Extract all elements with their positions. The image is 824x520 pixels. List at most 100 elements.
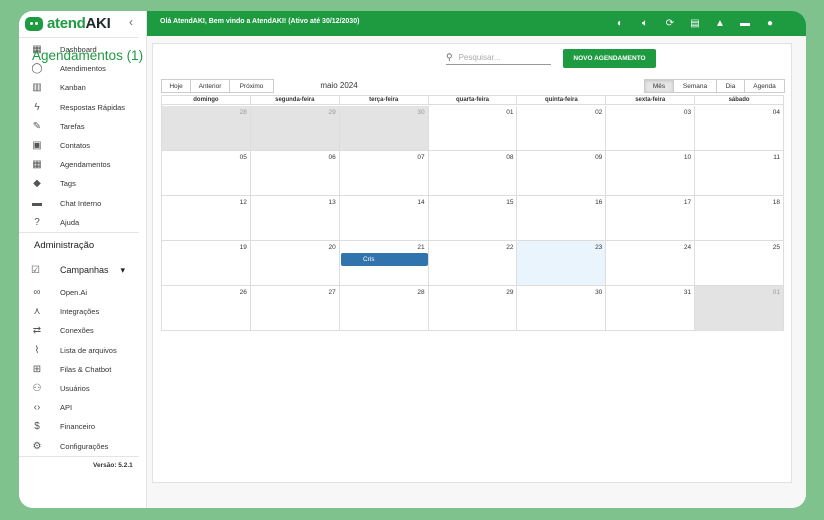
search-input[interactable]: Pesquisar... [459,53,501,62]
day-number[interactable]: 16 [595,199,602,206]
day-number[interactable]: 14 [417,199,424,206]
day-cell[interactable]: 20 [251,241,340,285]
day-number[interactable]: 29 [506,289,513,296]
day-number[interactable]: 31 [684,289,691,296]
sidebar-item-contatos[interactable]: ▣ Contatos [19,136,147,155]
day-number[interactable]: 12 [240,199,247,206]
sidebar-item-conex-es[interactable]: ⇄ Conexões [19,321,147,340]
day-number[interactable]: 30 [595,289,602,296]
day-cell[interactable]: 10 [606,151,696,195]
day-cell[interactable]: 31 [606,286,696,331]
day-cell[interactable]: 26 [162,286,251,331]
collapse-sidebar-icon[interactable]: ‹ [129,15,133,29]
day-cell[interactable]: 08 [429,151,518,195]
day-cell[interactable]: 30 [339,106,429,150]
sidebar-item-campanhas[interactable]: ☑ Campanhas ▾ [19,260,147,280]
sidebar-item-filas-chatbot[interactable]: ⊞ Filas & Chatbot [19,360,147,379]
day-number[interactable]: 03 [684,109,691,116]
day-number[interactable]: 19 [240,244,247,251]
day-cell[interactable]: 25 [695,241,783,285]
new-schedule-button[interactable]: NOVO AGENDAMENTO [563,49,656,68]
day-number[interactable]: 07 [417,154,424,161]
day-cell[interactable]: 14 [340,196,429,240]
volume-icon[interactable]: 🔈︎ [638,16,652,30]
search-field[interactable]: ⚲ Pesquisar... [446,51,551,65]
sidebar-item-tags[interactable]: ◆ Tags [19,174,147,193]
sidebar-item-integra-es[interactable]: ⋏ Integrações [19,302,147,321]
day-number[interactable]: 01 [773,289,780,296]
day-number[interactable]: 08 [506,154,513,161]
view-button-dia[interactable]: Dia [716,79,745,93]
next-button[interactable]: Próximo [229,79,274,93]
view-button-semana[interactable]: Semana [673,79,717,93]
previous-button[interactable]: Anterior [190,79,230,93]
sidebar-item-api[interactable]: ‹› API [19,398,147,417]
day-cell[interactable]: 15 [429,196,518,240]
sidebar-item-lista-de-arquivos[interactable]: ⌇ Lista de arquivos [19,341,147,360]
view-button-agenda[interactable]: Agenda [744,79,785,93]
day-number[interactable]: 22 [506,244,513,251]
day-number[interactable]: 28 [240,109,247,116]
day-cell[interactable]: 28 [162,106,251,150]
schedule-event[interactable]: Cris [341,253,428,266]
day-cell[interactable]: 05 [162,151,251,195]
day-cell[interactable]: 30 [517,286,607,331]
sidebar-item-usu-rios[interactable]: ⚇ Usuários [19,379,147,398]
day-number[interactable]: 23 [595,244,602,251]
day-number[interactable]: 26 [240,289,247,296]
day-number[interactable]: 10 [684,154,691,161]
day-number[interactable]: 05 [240,154,247,161]
day-cell[interactable]: 01 [695,286,784,331]
day-cell[interactable]: 16 [517,196,607,240]
today-button[interactable]: Hoje [161,79,191,93]
day-cell[interactable]: 24 [606,241,696,285]
day-cell[interactable]: 01 [429,106,518,150]
day-cell[interactable]: 17 [606,196,696,240]
day-number[interactable]: 11 [773,154,780,161]
day-number[interactable]: 15 [506,199,513,206]
notifications-bell-icon[interactable]: ▲ [713,16,727,30]
account-icon[interactable]: ● [763,16,777,30]
day-number[interactable]: 04 [773,109,780,116]
chat-icon[interactable]: ▬ [738,16,752,30]
day-cell[interactable]: 02 [517,106,607,150]
sidebar-item-respostas-r-pidas[interactable]: ϟ Respostas Rápidas [19,98,147,117]
day-cell[interactable]: 27 [251,286,340,331]
sidebar-item-financeiro[interactable]: $ Financeiro [19,417,147,436]
theme-toggle-icon[interactable]: ◐ [613,16,627,30]
day-number[interactable]: 17 [684,199,691,206]
day-number[interactable]: 09 [595,154,602,161]
day-cell[interactable]: 11 [695,151,783,195]
day-cell[interactable]: 23 [517,241,607,285]
day-cell[interactable]: 12 [162,196,251,240]
sidebar-item-agendamentos[interactable]: ▦ Agendamentos [19,155,147,174]
day-number[interactable]: 30 [417,109,424,116]
announcements-icon[interactable]: ▤ [688,16,702,30]
sidebar-item-open-ai[interactable]: ∞ Open.Ai [19,283,147,302]
day-cell[interactable]: 18 [695,196,783,240]
day-number[interactable]: 24 [684,244,691,251]
day-cell[interactable]: 06 [251,151,340,195]
day-cell[interactable]: 22 [429,241,518,285]
day-cell[interactable]: 29 [429,286,518,331]
view-button-ms[interactable]: Mês [644,79,674,93]
day-number[interactable]: 29 [328,109,335,116]
sidebar-item-chat-interno[interactable]: ▬ Chat Interno [19,194,147,213]
day-number[interactable]: 02 [595,109,602,116]
sidebar-item-kanban[interactable]: ▥ Kanban [19,78,147,97]
refresh-icon[interactable]: ⟳ [663,16,677,30]
day-cell[interactable]: 03 [606,106,696,150]
sidebar-item-tarefas[interactable]: ✎ Tarefas [19,117,147,136]
day-cell[interactable]: 09 [517,151,607,195]
day-number[interactable]: 25 [773,244,780,251]
day-number[interactable]: 20 [328,244,335,251]
day-cell[interactable]: 04 [695,106,783,150]
day-number[interactable]: 13 [328,199,335,206]
day-number[interactable]: 28 [417,289,424,296]
day-cell[interactable]: 28 [340,286,429,331]
day-cell[interactable]: 07 [340,151,429,195]
sidebar-item-ajuda[interactable]: ? Ajuda [19,213,147,232]
day-cell[interactable]: 13 [251,196,340,240]
day-number[interactable]: 01 [506,109,513,116]
sidebar-item-configura-es[interactable]: ⚙ Configurações [19,437,147,456]
